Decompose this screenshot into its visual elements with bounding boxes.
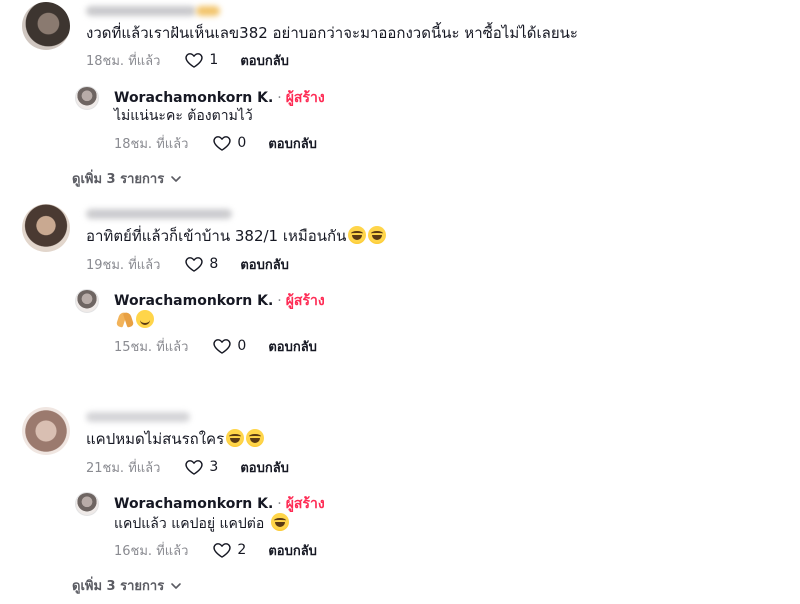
reply-username-row: Worachamonkorn K. · ผู้สร้าง (114, 493, 325, 515)
chevron-down-icon[interactable] (170, 580, 182, 592)
face-with-tears-of-joy-emoji (226, 429, 245, 447)
creator-avatar[interactable] (75, 86, 99, 110)
face-with-tears-of-joy-emoji (348, 226, 367, 244)
reply-time: 18ชม. ที่แล้ว (114, 136, 189, 152)
separator-dot: · (277, 496, 282, 512)
reply-button[interactable]: ตอบกลับ (240, 50, 289, 71)
reply-time: 15ชม. ที่แล้ว (114, 339, 189, 355)
reply-username-row: Worachamonkorn K. · ผู้สร้าง (114, 290, 325, 312)
comment-text-body: แคปหมดไม่สนรถใคร (86, 430, 225, 448)
like-button[interactable]: 1 (184, 50, 218, 70)
commenter-avatar[interactable] (22, 407, 70, 455)
like-count: 2 (237, 542, 247, 558)
comment-text: แคปหมดไม่สนรถใคร (86, 429, 265, 449)
creator-badge: ผู้สร้าง (285, 496, 325, 512)
reply-button[interactable]: ตอบกลับ (240, 254, 289, 275)
reply-username[interactable]: Worachamonkorn K. (114, 496, 273, 512)
view-more-label[interactable]: ดูเพิ่ม 3 รายการ (72, 575, 164, 596)
comment-text-body: อาทิตย์ที่แล้วก็เข้าบ้าน 382/1 เหมือนกัน (86, 227, 347, 245)
view-more-replies[interactable]: ดูเพิ่ม 3 รายการ (72, 168, 182, 189)
like-count: 8 (209, 256, 219, 272)
creator-badge: ผู้สร้าง (285, 90, 325, 106)
blurred-username (86, 6, 196, 16)
face-with-tears-of-joy-emoji (368, 226, 387, 244)
folded-hands-emoji (116, 310, 134, 328)
blurred-username (86, 412, 190, 422)
comment-meta: 18ชม. ที่แล้ว 1 ตอบกลับ (86, 50, 289, 70)
comment-meta: 19ชม. ที่แล้ว 8 ตอบกลับ (86, 254, 289, 274)
comment-time: 19ชม. ที่แล้ว (86, 257, 161, 273)
smiling-face-emoji (136, 310, 154, 328)
like-count: 0 (237, 135, 247, 151)
comment-time: 18ชม. ที่แล้ว (86, 53, 161, 69)
comment-meta: 21ชม. ที่แล้ว 3 ตอบกลับ (86, 457, 289, 477)
reply-button[interactable]: ตอบกลับ (268, 540, 317, 561)
like-button[interactable]: 0 (212, 133, 246, 153)
reply-username[interactable]: Worachamonkorn K. (114, 90, 273, 106)
reply-text: ไม่แน่นะคะ ต้องตามไว้ (114, 108, 253, 124)
commenter-avatar[interactable] (22, 204, 70, 252)
creator-badge: ผู้สร้าง (285, 293, 325, 309)
like-count: 3 (209, 459, 219, 475)
separator-dot: · (277, 90, 282, 106)
face-with-tears-of-joy-emoji (246, 429, 265, 447)
reply-text (114, 310, 154, 330)
reply-text: แคปแล้ว แคปอยู่ แคปต่อ (114, 513, 289, 534)
heart-outline-icon[interactable] (184, 50, 204, 70)
heart-outline-icon[interactable] (184, 457, 204, 477)
reply-button[interactable]: ตอบกลับ (268, 336, 317, 357)
like-button[interactable]: 8 (184, 254, 218, 274)
commenter-avatar[interactable] (22, 2, 70, 50)
comment-time: 21ชม. ที่แล้ว (86, 460, 161, 476)
like-count: 1 (209, 52, 219, 68)
reply-button[interactable]: ตอบกลับ (268, 133, 317, 154)
heart-outline-icon[interactable] (212, 336, 232, 356)
like-button[interactable]: 0 (212, 336, 246, 356)
comment-text: อาทิตย์ที่แล้วก็เข้าบ้าน 382/1 เหมือนกัน (86, 226, 387, 246)
heart-outline-icon[interactable] (212, 133, 232, 153)
reply-meta: 15ชม. ที่แล้ว 0 ตอบกลับ (114, 336, 317, 356)
view-more-replies[interactable]: ดูเพิ่ม 3 รายการ (72, 575, 182, 596)
reply-text-body: แคปแล้ว แคปอยู่ แคปต่อ (114, 516, 265, 532)
reply-button[interactable]: ตอบกลับ (240, 457, 289, 478)
like-count: 0 (237, 338, 247, 354)
heart-outline-icon[interactable] (212, 540, 232, 560)
like-button[interactable]: 3 (184, 457, 218, 477)
blurred-username (86, 209, 232, 219)
heart-outline-icon[interactable] (184, 254, 204, 274)
chevron-down-icon[interactable] (170, 173, 182, 185)
separator-dot: · (277, 293, 282, 309)
face-with-tears-of-joy-emoji (270, 513, 289, 531)
creator-avatar[interactable] (75, 492, 99, 516)
blurred-username-badge (196, 6, 220, 16)
reply-time: 16ชม. ที่แล้ว (114, 543, 189, 559)
creator-avatar[interactable] (75, 289, 99, 313)
view-more-label[interactable]: ดูเพิ่ม 3 รายการ (72, 168, 164, 189)
comment-text: งวดที่แล้วเราฝันเห็นเลข382 อย่าบอกว่าจะม… (86, 24, 578, 42)
like-button[interactable]: 2 (212, 540, 246, 560)
reply-meta: 18ชม. ที่แล้ว 0 ตอบกลับ (114, 133, 317, 153)
reply-username[interactable]: Worachamonkorn K. (114, 293, 273, 309)
reply-meta: 16ชม. ที่แล้ว 2 ตอบกลับ (114, 540, 317, 560)
